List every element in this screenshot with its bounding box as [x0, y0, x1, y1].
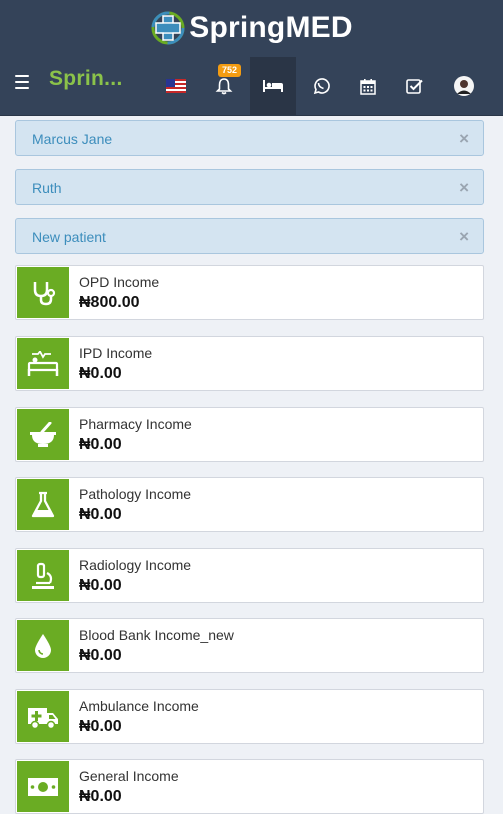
- radiology-income-card[interactable]: Radiology Income ₦0.00: [15, 548, 484, 603]
- card-value: ₦0.00: [79, 506, 122, 523]
- general-income-card[interactable]: General Income ₦0.00: [15, 759, 484, 814]
- card-value: ₦0.00: [79, 647, 122, 664]
- opd-income-card[interactable]: OPD Income ₦800.00: [15, 265, 484, 320]
- app-logo[interactable]: SpringMED: [0, 0, 503, 56]
- navbar: Sprin... 752: [0, 57, 503, 115]
- card-value: ₦0.00: [79, 365, 122, 382]
- card-title: IPD Income: [79, 345, 153, 361]
- close-icon[interactable]: ×: [459, 227, 469, 247]
- hospital-bed-icon: [17, 338, 69, 389]
- whatsapp-icon[interactable]: [298, 57, 344, 115]
- mortar-pestle-icon: [17, 409, 69, 460]
- card-title: Blood Bank Income_new: [79, 627, 234, 643]
- card-title: Pathology Income: [79, 486, 192, 502]
- close-icon[interactable]: ×: [459, 129, 469, 149]
- flask-icon: [17, 479, 69, 530]
- menu-toggle-icon[interactable]: [15, 75, 29, 89]
- close-icon[interactable]: ×: [459, 178, 469, 198]
- pathology-income-card[interactable]: Pathology Income ₦0.00: [15, 477, 484, 532]
- pharmacy-income-card[interactable]: Pharmacy Income ₦0.00: [15, 407, 484, 462]
- ambulance-income-card[interactable]: Ambulance Income ₦0.00: [15, 689, 484, 744]
- patient-tab[interactable]: Marcus Jane ×: [15, 120, 484, 156]
- blood-drop-icon: [17, 620, 69, 671]
- card-value: ₦0.00: [79, 788, 122, 805]
- patient-tab-label[interactable]: Ruth: [32, 180, 62, 196]
- patient-tab-label[interactable]: Marcus Jane: [32, 131, 112, 147]
- patient-tab[interactable]: Ruth ×: [15, 169, 484, 205]
- card-title: General Income: [79, 768, 179, 784]
- patient-tab[interactable]: New patient ×: [15, 218, 484, 254]
- bed-icon[interactable]: [250, 57, 296, 115]
- brand-name[interactable]: Sprin...: [49, 67, 123, 91]
- logo-text: SpringMED: [189, 11, 353, 44]
- card-title: Pharmacy Income: [79, 416, 192, 432]
- card-value: ₦0.00: [79, 577, 122, 594]
- stethoscope-icon: [17, 267, 69, 318]
- ambulance-icon: [17, 691, 69, 742]
- card-title: Ambulance Income: [79, 698, 199, 714]
- notification-count-badge: 752: [218, 64, 242, 77]
- card-title: Radiology Income: [79, 557, 192, 573]
- money-bill-icon: [17, 761, 69, 812]
- top-header: SpringMED Sprin... 752: [0, 0, 503, 116]
- user-avatar[interactable]: [441, 57, 487, 115]
- microscope-icon: [17, 550, 69, 601]
- blood-bank-income-card[interactable]: Blood Bank Income_new ₦0.00: [15, 618, 484, 673]
- card-title: OPD Income: [79, 274, 160, 290]
- logo-cross-icon: [151, 11, 185, 45]
- card-value: ₦0.00: [79, 718, 122, 735]
- card-value: ₦800.00: [79, 294, 140, 311]
- us-flag-icon[interactable]: [153, 57, 199, 115]
- tasks-checkbox-icon[interactable]: [392, 57, 438, 115]
- ipd-income-card[interactable]: IPD Income ₦0.00: [15, 336, 484, 391]
- card-value: ₦0.00: [79, 436, 122, 453]
- calendar-icon[interactable]: [345, 57, 391, 115]
- patient-tab-label[interactable]: New patient: [32, 229, 106, 245]
